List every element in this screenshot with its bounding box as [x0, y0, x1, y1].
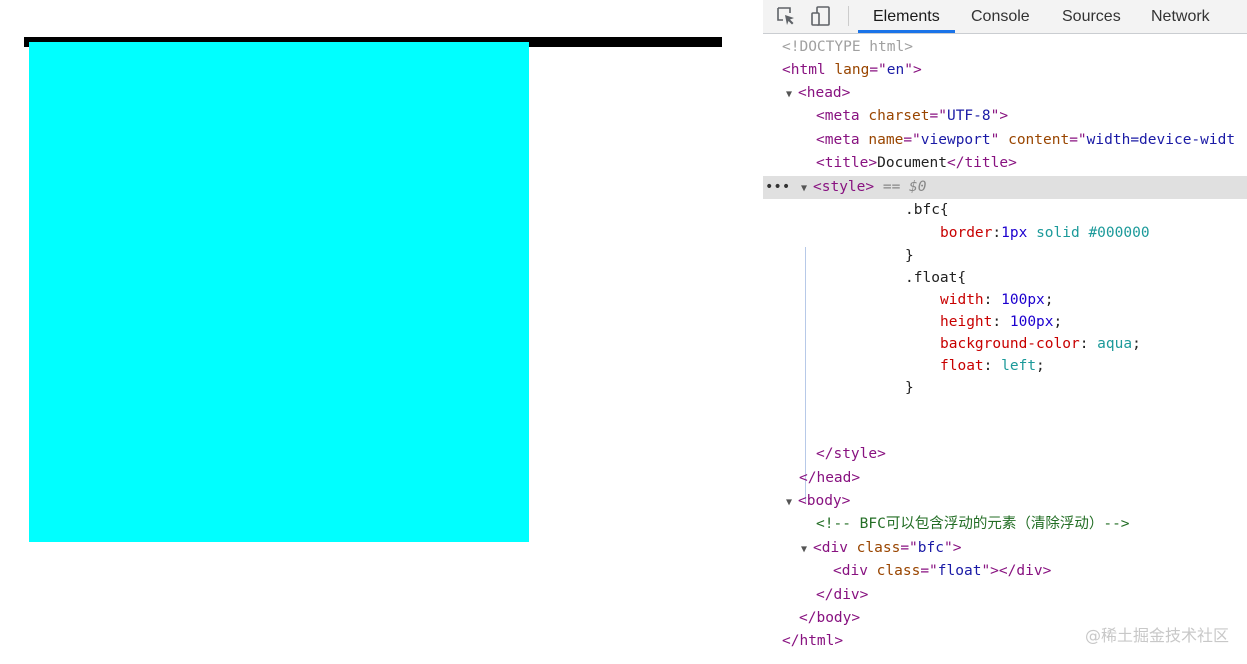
dom-tree[interactable]: <!DOCTYPE html> <html lang="en"> ▼ <head>…	[763, 35, 1247, 664]
tab-elements[interactable]: Elements	[873, 0, 940, 33]
css-line: width: 100px;	[940, 292, 1054, 308]
dom-node-meta-viewport[interactable]: <meta name="viewport" content="width=dev…	[763, 129, 1247, 152]
dom-node-title[interactable]: <title>Document</title>	[763, 152, 1247, 175]
css-line: .bfc{	[905, 202, 949, 218]
css-line: height: 100px;	[940, 314, 1063, 330]
expand-triangle-icon[interactable]: ▼	[786, 491, 798, 514]
css-line: .float{	[905, 270, 967, 286]
dom-node-head[interactable]: ▼ <head>	[763, 82, 1247, 105]
css-line: border:1px solid #000000	[940, 225, 1150, 241]
dom-node-div-close[interactable]: </div>	[763, 584, 1247, 607]
dom-node-div-float[interactable]: <div class="float"></div>	[763, 560, 1247, 583]
inspect-element-icon[interactable]	[775, 5, 797, 27]
dom-node-meta-charset[interactable]: <meta charset="UTF-8">	[763, 105, 1247, 128]
dom-node-body[interactable]: ▼ <body>	[763, 490, 1247, 513]
css-line: }	[905, 380, 914, 396]
dom-node-head-close[interactable]: </head>	[763, 467, 1247, 490]
dom-node-style-close[interactable]: </style>	[763, 443, 1247, 466]
devtools-toolbar: Elements Console Sources Network	[763, 0, 1247, 34]
toolbar-separator	[848, 6, 849, 26]
dom-node-style-selected[interactable]: ••• ▼ <style> == $0	[763, 176, 1247, 199]
dom-node-doctype[interactable]: <!DOCTYPE html>	[763, 36, 1247, 59]
expand-triangle-icon[interactable]: ▼	[786, 83, 798, 106]
dom-node-html[interactable]: <html lang="en">	[763, 59, 1247, 82]
tab-sources[interactable]: Sources	[1062, 0, 1121, 33]
css-line: float: left;	[940, 358, 1045, 374]
dom-node-comment[interactable]: <!-- BFC可以包含浮动的元素（清除浮动）-->	[763, 513, 1247, 536]
dom-node-div-bfc[interactable]: ▼ <div class="bfc">	[763, 537, 1247, 560]
active-tab-indicator	[858, 30, 955, 33]
more-options-icon[interactable]: •••	[765, 176, 790, 199]
expand-triangle-icon[interactable]: ▼	[801, 538, 813, 561]
tab-network[interactable]: Network	[1151, 0, 1210, 33]
device-toolbar-icon[interactable]	[810, 5, 832, 27]
tab-console[interactable]: Console	[971, 0, 1030, 33]
page-viewport	[0, 0, 763, 664]
css-line: background-color: aqua;	[940, 336, 1141, 352]
watermark: @稀土掘金技术社区	[1084, 626, 1229, 645]
devtools-panel: Elements Console Sources Network <!DOCTY…	[763, 0, 1247, 664]
expand-triangle-icon[interactable]: ▼	[801, 177, 813, 200]
css-line: }	[905, 248, 914, 264]
float-element	[29, 42, 529, 542]
